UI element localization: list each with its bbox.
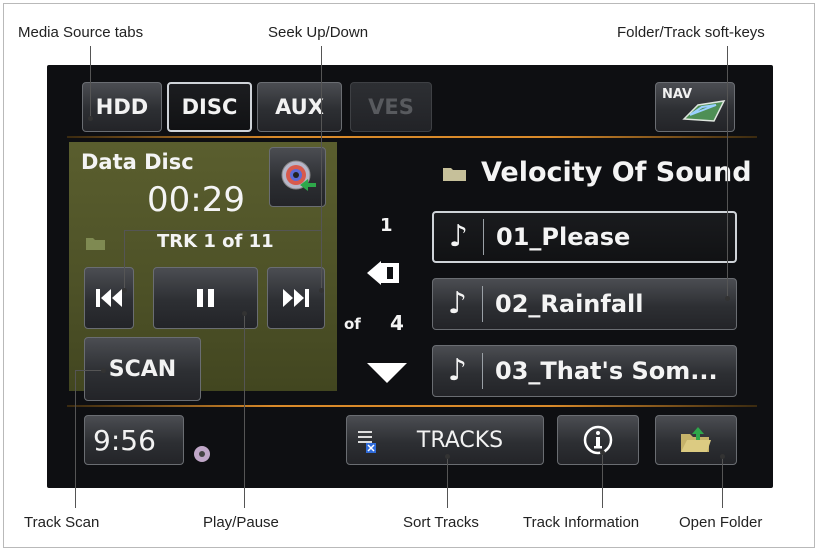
leader-play-pause <box>244 314 245 508</box>
scroll-down-button[interactable] <box>365 360 409 386</box>
nav-button[interactable]: NAV <box>655 82 735 132</box>
back-button[interactable] <box>365 255 405 291</box>
disc-swap-icon <box>281 160 316 191</box>
leader-media-source-tabs <box>90 46 91 118</box>
triangle-down-icon <box>367 363 407 383</box>
tracks-label: TRACKS <box>416 427 504 453</box>
tab-aux[interactable]: AUX <box>257 82 342 132</box>
track-item-3[interactable]: ♪ 03_That's Som... <box>432 345 737 397</box>
play-pause-button[interactable] <box>153 267 258 329</box>
music-note-icon: ♪ <box>433 286 483 322</box>
leader-dot <box>720 454 725 459</box>
callout-folder-track-softkeys: Folder/Track soft-keys <box>617 24 765 41</box>
skip-back-icon <box>96 289 122 307</box>
callout-sort-tracks: Sort Tracks <box>403 514 479 531</box>
track-counter: TRK 1 of 11 <box>157 231 274 252</box>
leader-dot <box>88 116 93 121</box>
callout-track-scan: Track Scan <box>24 514 100 531</box>
infotainment-screen: HDD DISC AUX VES NAV Data Disc 00:29 TRK… <box>47 65 773 488</box>
source-label: Data Disc <box>81 150 194 174</box>
leader-dot <box>122 288 127 293</box>
clock-button[interactable]: 9:56 <box>84 415 184 465</box>
leader-softkeys <box>727 46 728 298</box>
leader-track-info <box>602 452 603 508</box>
disc-indicator-icon <box>194 446 210 462</box>
page-total: 4 <box>390 311 404 335</box>
leader-open-folder <box>722 456 723 508</box>
bottom-divider <box>67 405 757 407</box>
folder-icon <box>86 238 105 250</box>
info-icon <box>583 425 613 455</box>
callout-play-pause: Play/Pause <box>203 514 279 531</box>
track-label: 01_Please <box>496 223 631 251</box>
track-label: 02_Rainfall <box>495 290 644 318</box>
sort-list-icon <box>358 431 376 453</box>
leader-dot <box>319 288 324 293</box>
page-current: 1 <box>380 215 393 236</box>
tab-ves: VES <box>350 82 432 132</box>
leader-dot <box>600 450 605 455</box>
callout-media-source-tabs: Media Source tabs <box>18 24 144 41</box>
page-of-label: of <box>344 315 361 333</box>
folder-name-icon <box>443 168 466 181</box>
pause-icon <box>196 289 214 307</box>
leader-dot <box>101 368 106 373</box>
clock-time: 9:56 <box>93 423 156 457</box>
callout-open-folder: Open Folder <box>679 514 763 531</box>
tab-disc[interactable]: DISC <box>167 82 252 132</box>
elapsed-time: 00:29 <box>147 180 245 220</box>
leader-seek-left <box>124 230 125 290</box>
track-info-button[interactable] <box>557 415 639 465</box>
folder-name: Velocity Of Sound <box>481 157 752 188</box>
music-note-icon: ♪ <box>434 219 484 255</box>
disc-change-button[interactable] <box>269 147 326 207</box>
music-note-icon: ♪ <box>433 353 483 389</box>
track-label: 03_That's Som... <box>495 357 718 385</box>
track-item-1[interactable]: ♪ 01_Please <box>432 211 737 263</box>
leader-dot <box>242 311 247 316</box>
open-folder-icon <box>681 427 711 452</box>
leader-track-scan <box>75 370 76 508</box>
track-item-2[interactable]: ♪ 02_Rainfall <box>432 278 737 330</box>
leader-seek <box>321 46 322 290</box>
skip-forward-icon <box>283 289 309 307</box>
map-icon <box>682 100 726 122</box>
seek-down-button[interactable] <box>84 267 134 329</box>
leader-dot <box>725 296 730 301</box>
callout-seek-up-down: Seek Up/Down <box>268 24 369 41</box>
callout-track-information: Track Information <box>523 514 640 531</box>
tab-hdd[interactable]: HDD <box>82 82 162 132</box>
seek-up-button[interactable] <box>267 267 325 329</box>
back-arrow-icon <box>367 261 399 285</box>
top-divider <box>67 136 757 138</box>
leader-sort-tracks <box>447 456 448 508</box>
leader-dot <box>445 454 450 459</box>
leader-seek-branch <box>124 230 322 231</box>
